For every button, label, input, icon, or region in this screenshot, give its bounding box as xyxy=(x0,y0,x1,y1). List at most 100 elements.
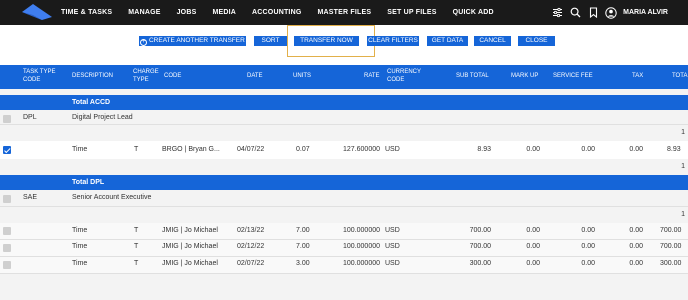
cell-units: 7.00 xyxy=(296,243,310,250)
cell-rate: 100.000000 xyxy=(343,260,380,267)
cell-date: 04/07/22 xyxy=(237,146,265,153)
cell-date: 02/07/22 xyxy=(237,260,265,267)
row-checkbox[interactable] xyxy=(3,261,11,269)
cell-description: Time xyxy=(72,227,88,234)
cell-total: 700.00 xyxy=(660,243,682,250)
nav-master-files[interactable]: MASTER FILES xyxy=(317,9,371,16)
cell-rate: 100.000000 xyxy=(343,227,380,234)
cell-mark-up: 0.00 xyxy=(526,146,540,153)
table-row[interactable]: Time T BRGO | Bryan G... 04/07/22 0.07 1… xyxy=(0,141,688,159)
group-total-label: Total ACCD xyxy=(72,99,111,106)
sliders-icon[interactable] xyxy=(550,6,564,20)
group-count-row: 1 xyxy=(0,207,688,223)
col-description[interactable]: DESCRIPTION xyxy=(72,73,113,81)
col-task-type-code[interactable]: TASK TYPE CODE xyxy=(23,69,61,84)
cell-tax: 0.00 xyxy=(629,260,643,267)
col-date[interactable]: DATE xyxy=(247,73,263,81)
cell-currency: USD xyxy=(385,243,400,250)
cell-code: JMIG | Jo Michael xyxy=(162,260,218,267)
cell-description: Time xyxy=(72,243,88,250)
task-type-code: DPL xyxy=(23,114,37,121)
cell-service-fee: 0.00 xyxy=(581,260,595,267)
cell-tax: 0.00 xyxy=(629,243,643,250)
cell-total: 700.00 xyxy=(660,227,682,234)
cell-tax: 0.00 xyxy=(629,146,643,153)
group-footer-row: 1 xyxy=(0,159,688,175)
bookmark-icon[interactable] xyxy=(586,6,600,20)
table-header: TASK TYPE CODE DESCRIPTION CHARGE TYPE C… xyxy=(0,65,688,89)
col-currency-code[interactable]: CURRENCY CODE xyxy=(387,69,421,84)
cell-currency: USD xyxy=(385,260,400,267)
col-total[interactable]: TOTA xyxy=(672,73,687,81)
cell-service-fee: 0.00 xyxy=(581,243,595,250)
group-footer-count: 1 xyxy=(681,163,685,170)
row-checkbox[interactable] xyxy=(3,146,11,154)
cell-sub-total: 700.00 xyxy=(469,227,491,234)
sort-button[interactable]: SORT xyxy=(254,36,287,46)
divider xyxy=(0,273,688,274)
nav-manage[interactable]: MANAGE xyxy=(128,9,160,16)
row-checkbox[interactable] xyxy=(3,115,11,123)
get-data-button[interactable]: GET DATA xyxy=(427,36,468,46)
cell-currency: USD xyxy=(385,227,400,234)
table-row[interactable]: Time T JMIG | Jo Michael 02/12/22 7.00 1… xyxy=(0,240,688,256)
col-service-fee[interactable]: SERVICE FEE xyxy=(553,73,593,81)
col-sub-total[interactable]: SUB TOTAL xyxy=(456,73,489,81)
col-code[interactable]: CODE xyxy=(164,73,181,81)
clear-filters-button[interactable]: CLEAR FILTERS xyxy=(367,36,419,46)
nav-time-tasks[interactable]: TIME & TASKS xyxy=(61,9,112,16)
cell-description: Time xyxy=(72,260,88,267)
cell-charge-type: T xyxy=(134,146,139,153)
group-total-bar: Total ACCD xyxy=(0,95,688,110)
cell-charge-type: T xyxy=(134,243,139,250)
cell-currency: USD xyxy=(385,146,400,153)
cell-date: 02/13/22 xyxy=(237,227,265,234)
group-count: 1 xyxy=(681,211,685,218)
transfer-now-button[interactable]: TRANSFER NOW xyxy=(294,36,359,46)
user-circle-icon[interactable] xyxy=(604,6,618,20)
table-row[interactable]: Time T JMIG | Jo Michael 02/07/22 3.00 1… xyxy=(0,257,688,273)
cell-charge-type: T xyxy=(134,260,139,267)
cell-tax: 0.00 xyxy=(629,227,643,234)
cancel-button[interactable]: CANCEL xyxy=(474,36,511,46)
nav-media[interactable]: MEDIA xyxy=(212,9,236,16)
col-tax[interactable]: TAX xyxy=(632,73,643,81)
cell-mark-up: 0.00 xyxy=(526,227,540,234)
cell-total: 8.93 xyxy=(667,146,681,153)
cell-sub-total: 8.93 xyxy=(477,146,491,153)
user-name[interactable]: MARIA ALVIR xyxy=(623,9,668,16)
top-nav-bar: TIME & TASKS MANAGE JOBS MEDIA ACCOUNTIN… xyxy=(0,0,688,25)
col-mark-up[interactable]: MARK UP xyxy=(511,73,538,81)
main-nav: TIME & TASKS MANAGE JOBS MEDIA ACCOUNTIN… xyxy=(61,0,510,25)
col-units[interactable]: UNITS xyxy=(293,73,311,81)
search-icon[interactable] xyxy=(568,6,582,20)
task-type-name: Digital Project Lead xyxy=(72,114,133,121)
create-another-transfer-label: CREATE ANOTHER TRANSFER xyxy=(148,37,245,44)
row-checkbox[interactable] xyxy=(3,195,11,203)
col-charge-type[interactable]: CHARGE TYPE xyxy=(133,69,159,84)
close-button[interactable]: CLOSE xyxy=(518,36,555,46)
nav-accounting[interactable]: ACCOUNTING xyxy=(252,9,301,16)
cell-code: BRGO | Bryan G... xyxy=(162,146,220,153)
logo-icon[interactable] xyxy=(20,3,54,21)
cell-rate: 127.600000 xyxy=(343,146,380,153)
cell-description: Time xyxy=(72,146,88,153)
task-type-name: Senior Account Executive xyxy=(72,194,152,201)
cell-mark-up: 0.00 xyxy=(526,260,540,267)
group-count-row: 1 xyxy=(0,125,688,141)
cell-units: 3.00 xyxy=(296,260,310,267)
nav-jobs[interactable]: JOBS xyxy=(177,9,197,16)
cell-code: JMIG | Jo Michael xyxy=(162,243,218,250)
create-another-transfer-button[interactable]: + CREATE ANOTHER TRANSFER xyxy=(139,36,246,46)
task-type-code: SAE xyxy=(23,194,38,201)
col-rate[interactable]: RATE xyxy=(364,73,380,81)
cell-sub-total: 300.00 xyxy=(469,260,491,267)
nav-set-up-files[interactable]: SET UP FILES xyxy=(387,9,436,16)
nav-quick-add[interactable]: QUICK ADD xyxy=(453,9,494,16)
row-checkbox[interactable] xyxy=(3,227,11,235)
row-checkbox[interactable] xyxy=(3,244,11,252)
cell-code: JMIG | Jo Michael xyxy=(162,227,218,234)
table-row[interactable]: Time T JMIG | Jo Michael 02/13/22 7.00 1… xyxy=(0,223,688,239)
cell-total: 300.00 xyxy=(660,260,682,267)
nav-right-tools: MARIA ALVIR xyxy=(550,0,688,25)
